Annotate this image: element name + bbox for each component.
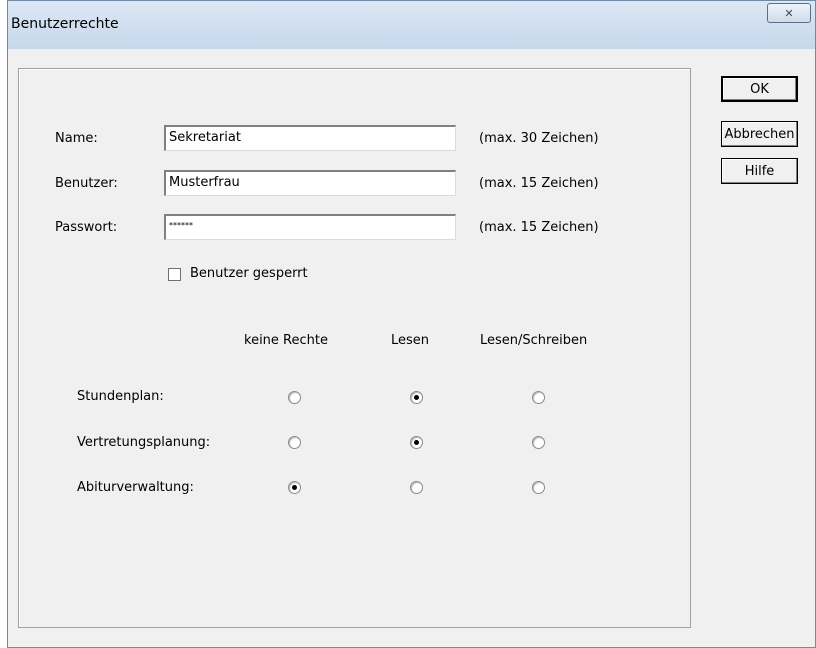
close-icon: ✕ (784, 6, 794, 20)
ok-button[interactable]: OK (721, 76, 798, 102)
column-header-read: Lesen (391, 333, 430, 348)
password-label: Passwort: (55, 220, 118, 235)
help-button[interactable]: Hilfe (721, 158, 798, 184)
row-label-abiturverwaltung: Abiturverwaltung: (77, 480, 194, 495)
name-field[interactable]: Sekretariat (164, 125, 456, 151)
radio-abiturverwaltung-none[interactable] (288, 481, 301, 494)
locked-checkbox[interactable] (168, 268, 181, 281)
radio-vertretungsplanung-readwrite[interactable] (532, 436, 545, 449)
settings-frame: Name: Sekretariat (max. 30 Zeichen) Benu… (18, 68, 691, 628)
close-button[interactable]: ✕ (767, 3, 811, 23)
radio-vertretungsplanung-none[interactable] (288, 436, 301, 449)
column-header-readwrite: Lesen/Schreiben (480, 333, 588, 348)
radio-stundenplan-none[interactable] (288, 391, 301, 404)
radio-stundenplan-readwrite[interactable] (532, 391, 545, 404)
locked-label: Benutzer gesperrt (190, 266, 308, 281)
radio-stundenplan-read[interactable] (410, 391, 423, 404)
radio-abiturverwaltung-read[interactable] (410, 481, 423, 494)
window-title: Benutzerrechte (11, 16, 119, 32)
radio-abiturverwaltung-readwrite[interactable] (532, 481, 545, 494)
name-hint: (max. 30 Zeichen) (479, 131, 599, 146)
row-label-stundenplan: Stundenplan: (77, 389, 164, 404)
password-field[interactable]: ****** (164, 214, 456, 240)
dialog-window: Benutzerrechte ✕ Name: Sekretariat (max.… (7, 0, 816, 648)
user-label: Benutzer: (55, 176, 118, 191)
user-field[interactable]: Musterfrau (164, 170, 456, 196)
name-label: Name: (55, 131, 98, 146)
title-bar: Benutzerrechte ✕ (8, 1, 815, 49)
password-hint: (max. 15 Zeichen) (479, 220, 599, 235)
cancel-button[interactable]: Abbrechen (721, 121, 798, 147)
user-hint: (max. 15 Zeichen) (479, 176, 599, 191)
row-label-vertretungsplanung: Vertretungsplanung: (77, 435, 211, 450)
radio-vertretungsplanung-read[interactable] (410, 436, 423, 449)
dialog-client: Name: Sekretariat (max. 30 Zeichen) Benu… (8, 49, 815, 647)
column-header-none: keine Rechte (244, 333, 328, 348)
